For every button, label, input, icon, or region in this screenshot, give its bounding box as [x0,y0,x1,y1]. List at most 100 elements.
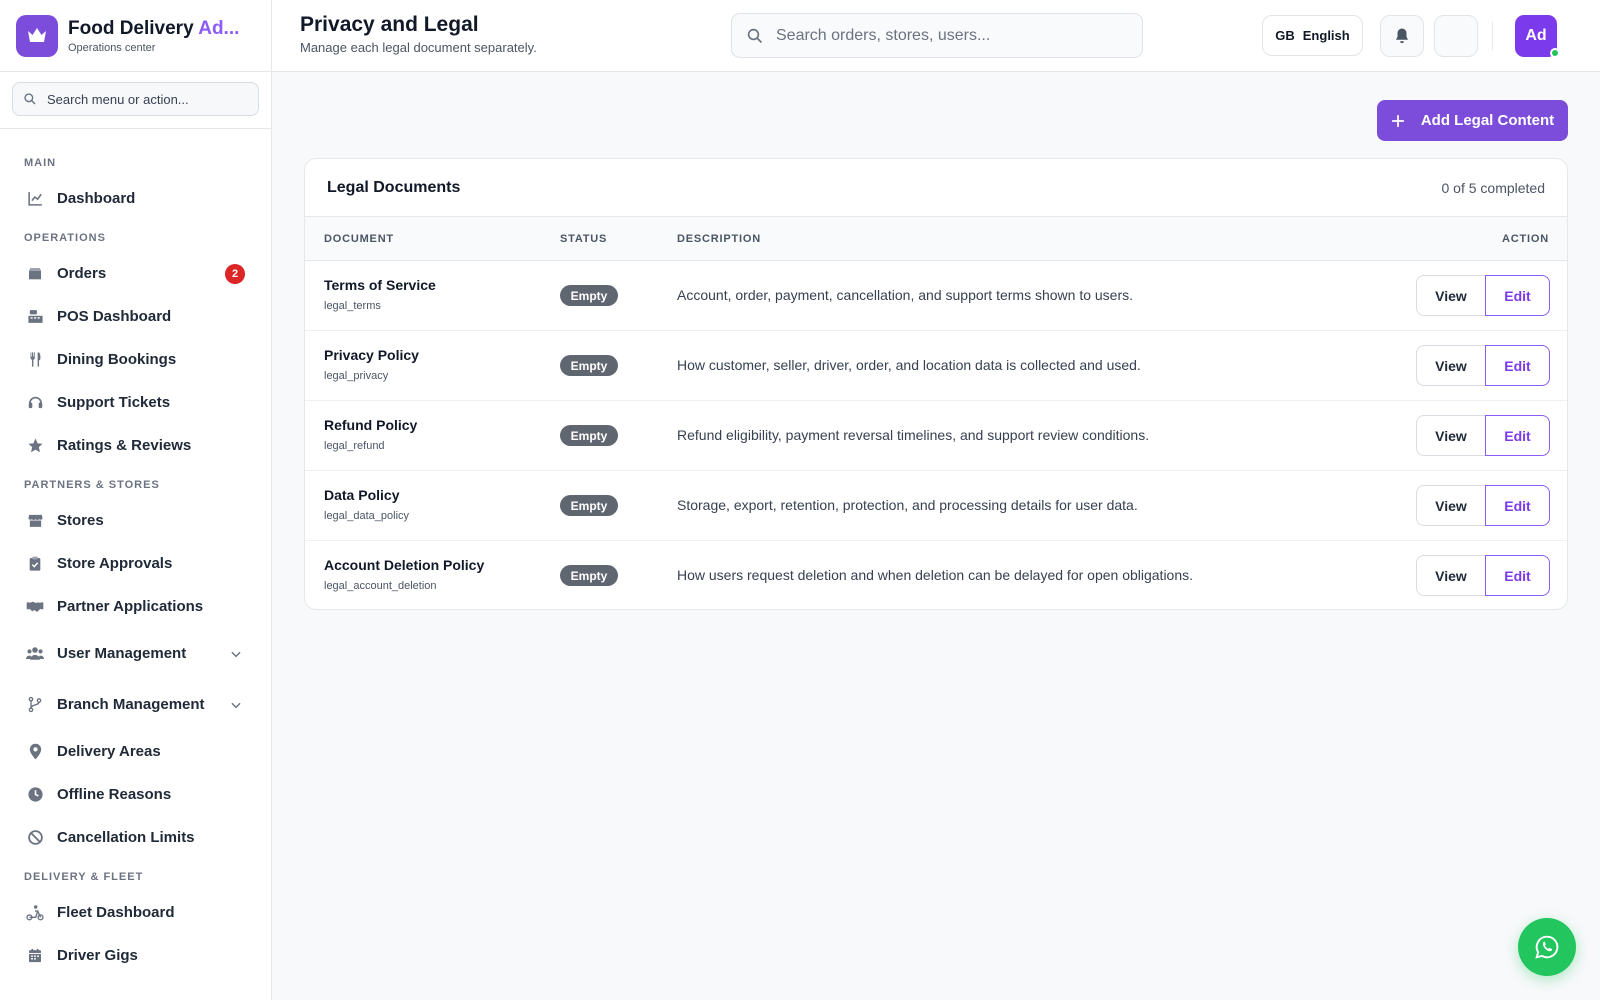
sidebar-item-branch-management[interactable]: Branch Management [0,679,271,730]
whatsapp-chat-button[interactable] [1518,918,1576,976]
sidebar-item-offline-reasons[interactable]: Offline Reasons [0,773,271,816]
sidebar-item-label: Driver Gigs [57,947,138,964]
document-key: legal_account_deletion [324,580,437,592]
sidebar-item-label: Orders [57,265,107,282]
sidebar-item-user-management[interactable]: User Management [0,628,271,679]
sidebar-item-dashboard[interactable]: Dashboard [0,177,271,220]
users-icon [26,645,44,663]
add-legal-content-button[interactable]: Add Legal Content [1377,100,1568,141]
sidebar-item-cancellation-limits[interactable]: Cancellation Limits [0,816,271,859]
sidebar-item-label: Partner Applications [57,598,204,615]
chevron-down-icon [231,702,241,708]
document-key: legal_refund [324,440,385,452]
document-key: legal_data_policy [324,510,410,522]
page-title: Privacy and Legal [300,13,479,36]
search-icon [747,28,762,43]
sidebar-item-label: Cancellation Limits [57,829,195,846]
language-label: English [1302,28,1350,43]
page-subtitle: Manage each legal document separately. [300,40,537,55]
sidebar-search-input[interactable]: Search menu or action... [12,82,259,116]
document-description: How users request deletion and when dele… [677,567,1194,583]
status-badge: Empty [560,495,618,516]
user-avatar[interactable]: Ad [1515,15,1560,58]
dark-mode-toggle[interactable] [1434,15,1478,57]
sidebar-item-label: User Management [57,645,187,662]
view-button[interactable]: View [1416,345,1486,386]
orders-count-badge: 2 [225,263,245,284]
sidebar-item-pos-dashboard[interactable]: POS Dashboard [0,295,271,338]
card-title: Legal Documents [327,179,461,196]
sidebar-item-label: Ratings & Reviews [57,437,192,454]
sidebar-item-driver-gigs[interactable]: Driver Gigs [0,934,271,977]
nav-section-partners-stores: PARTNERS & STORES [24,479,160,491]
document-key: legal_privacy [324,370,389,382]
status-badge: Empty [560,425,618,446]
sidebar-item-ratings-reviews[interactable]: Ratings & Reviews [0,424,271,467]
edit-button[interactable]: Edit [1485,415,1550,456]
status-badge: Empty [560,285,618,306]
document-description: Account, order, payment, cancellation, a… [677,287,1134,303]
map-pin-icon [26,743,44,761]
sidebar-item-label: POS Dashboard [57,308,172,325]
sidebar-item-dining-bookings[interactable]: Dining Bookings [0,338,271,381]
nav-section-operations: OPERATIONS [24,232,106,244]
sidebar-item-orders[interactable]: Orders 2 [0,252,271,295]
sidebar-item-label: Fleet Dashboard [57,904,175,921]
document-name: Refund Policy [324,417,418,433]
sidebar-item-label: Store Approvals [57,555,173,572]
store-icon [26,512,44,530]
document-name: Privacy Policy [324,347,419,363]
sidebar: Food Delivery Ad... Operations center Se… [0,0,272,1000]
status-badge: Empty [560,565,618,586]
edit-button[interactable]: Edit [1485,275,1550,316]
edit-button[interactable]: Edit [1485,555,1550,596]
add-legal-content-label: Add Legal Content [1420,112,1555,129]
column-header-description: DESCRIPTION [677,233,761,245]
moon-icon [1451,28,1459,44]
language-selector[interactable]: GB English [1262,15,1363,56]
global-search-input[interactable]: Search orders, stores, users... [731,13,1143,58]
sidebar-item-store-approvals[interactable]: Store Approvals [0,542,271,585]
document-name: Terms of Service [324,277,436,293]
view-button[interactable]: View [1416,275,1486,316]
sidebar-item-support-tickets[interactable]: Support Tickets [0,381,271,424]
edit-button[interactable]: Edit [1485,345,1550,386]
chevron-down-icon [231,651,241,657]
cash-register-icon [26,308,44,326]
clock-icon [26,786,44,804]
view-button[interactable]: View [1416,415,1486,456]
handshake-icon [26,598,44,616]
online-status-dot [1550,48,1560,58]
edit-button[interactable]: Edit [1485,485,1550,526]
notifications-button[interactable] [1380,15,1424,57]
table-row: Terms of Service legal_terms Empty Accou… [305,261,1567,331]
view-button[interactable]: View [1416,485,1486,526]
brand-title: Food Delivery Ad... [68,17,240,39]
view-button[interactable]: View [1416,555,1486,596]
box-icon [26,265,44,283]
clipboard-check-icon [26,555,44,573]
headset-icon [26,394,44,412]
sidebar-item-fleet-dashboard[interactable]: Fleet Dashboard [0,891,271,934]
scooter-icon [26,904,44,922]
language-flag: GB [1275,28,1295,43]
bell-icon [1396,28,1408,44]
brand[interactable]: Food Delivery Ad... Operations center [0,0,271,72]
table-row: Data Policy legal_data_policy Empty Stor… [305,471,1567,541]
nav-section-delivery-fleet: DELIVERY & FLEET [24,871,144,883]
sidebar-item-partner-applications[interactable]: Partner Applications [0,585,271,628]
sidebar-nav: MAIN Dashboard OPERATIONS Orders 2 POS D… [0,129,271,977]
top-header: Privacy and Legal Manage each legal docu… [272,0,1600,72]
table-row: Account Deletion Policy legal_account_de… [305,541,1567,609]
sidebar-item-label: Support Tickets [57,394,171,411]
status-badge: Empty [560,355,618,376]
sidebar-item-delivery-areas[interactable]: Delivery Areas [0,730,271,773]
plus-icon [1391,114,1404,127]
global-search-placeholder: Search orders, stores, users... [776,26,991,44]
sidebar-item-label: Dashboard [57,190,136,207]
calendar-icon [26,947,44,965]
sidebar-item-stores[interactable]: Stores [0,499,271,542]
table-header: DOCUMENT STATUS DESCRIPTION ACTION [305,217,1567,261]
search-icon [24,93,36,105]
column-header-action: ACTION [1502,233,1549,245]
